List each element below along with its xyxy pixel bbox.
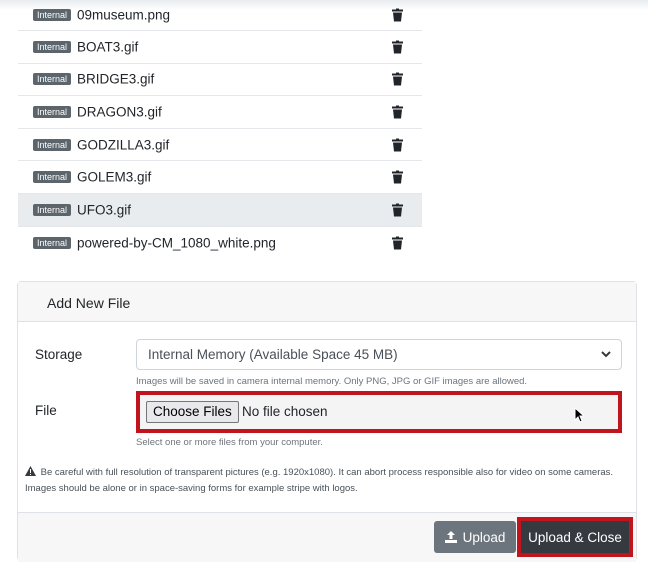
file-name: 09museum.png <box>77 7 171 23</box>
storage-badge: Internal <box>33 73 72 86</box>
storage-badge: Internal <box>33 203 72 216</box>
warning-icon <box>25 466 36 476</box>
storage-badge: Internal <box>33 40 72 53</box>
file-list: Internal 09museum.png Internal BOAT3.gif… <box>18 0 422 259</box>
storage-badge: Internal <box>33 105 72 118</box>
file-name: UFO3.gif <box>77 202 132 218</box>
upload-close-highlight: Upload & Close <box>517 517 633 557</box>
trash-icon[interactable] <box>392 236 403 250</box>
file-row: Internal GOLEM3.gif <box>18 161 422 194</box>
trash-icon[interactable] <box>392 40 403 54</box>
file-help-text: Select one or more files from your compu… <box>136 437 323 448</box>
storage-help-text: Images will be saved in camera internal … <box>136 376 528 387</box>
trash-icon[interactable] <box>392 105 403 119</box>
storage-badge: Internal <box>33 171 72 184</box>
file-row: Internal 09museum.png <box>18 0 422 31</box>
warning-message: Be careful with full resolution of trans… <box>25 465 625 497</box>
file-row: Internal DRAGON3.gif <box>18 96 422 129</box>
file-row: Internal BOAT3.gif <box>18 31 422 64</box>
upload-button-label: Upload <box>462 529 506 545</box>
card-footer: Upload Upload & Close <box>18 512 636 562</box>
trash-icon[interactable] <box>392 203 403 217</box>
file-row: Internal BRIDGE3.gif <box>18 64 422 97</box>
file-row: Internal powered-by-CM_1080_white.png <box>18 227 422 260</box>
file-input-highlight[interactable]: Choose Files No file chosen <box>136 391 622 433</box>
storage-badge: Internal <box>33 138 72 151</box>
storage-badge: Internal <box>33 236 72 249</box>
file-label: File <box>35 403 57 418</box>
upload-icon <box>444 531 457 543</box>
trash-icon[interactable] <box>392 138 403 152</box>
no-file-text: No file chosen <box>242 404 328 419</box>
add-file-card: Add New File Storage Internal Memory (Av… <box>17 281 637 562</box>
file-name: BOAT3.gif <box>77 39 139 55</box>
trash-icon[interactable] <box>392 72 403 86</box>
warning-text: Be careful with full resolution of trans… <box>25 467 614 494</box>
card-title: Add New File <box>18 282 636 322</box>
choose-files-button[interactable]: Choose Files <box>146 401 239 423</box>
file-name: BRIDGE3.gif <box>77 71 155 87</box>
file-row: Internal GODZILLA3.gif <box>18 129 422 162</box>
storage-select[interactable]: Internal Memory (Available Space 45 MB) <box>136 339 622 370</box>
file-name: GODZILLA3.gif <box>77 137 170 153</box>
file-row: Internal UFO3.gif <box>18 193 422 227</box>
trash-icon[interactable] <box>392 170 403 184</box>
storage-badge: Internal <box>33 9 72 21</box>
upload-button[interactable]: Upload <box>434 521 516 553</box>
chevron-down-icon <box>601 351 611 358</box>
trash-icon[interactable] <box>392 8 403 22</box>
file-name: DRAGON3.gif <box>77 104 162 120</box>
mouse-cursor-icon <box>574 407 586 423</box>
upload-close-button[interactable]: Upload & Close <box>521 521 629 553</box>
file-name: GOLEM3.gif <box>77 169 152 185</box>
storage-label: Storage <box>35 347 83 362</box>
file-name: powered-by-CM_1080_white.png <box>77 235 276 251</box>
storage-select-value: Internal Memory (Available Space 45 MB) <box>148 347 398 362</box>
